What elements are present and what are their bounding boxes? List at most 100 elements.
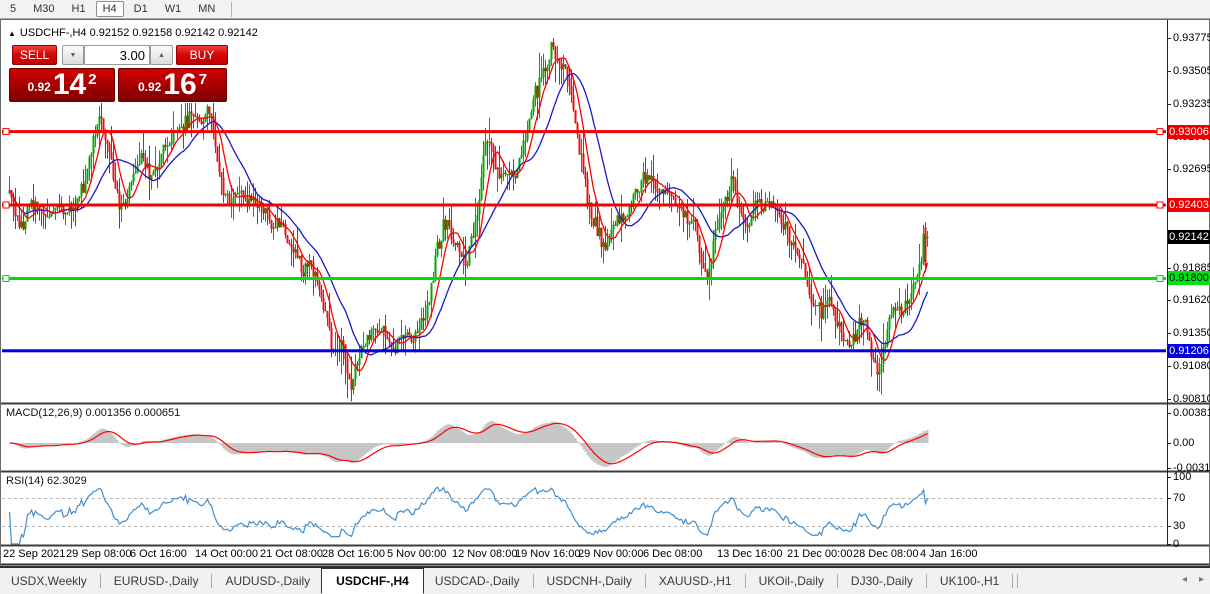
tab-separator [836,574,838,588]
axis-tick-mark [1167,333,1171,334]
price-badge-0.93006: 0.93006 [1168,125,1210,139]
sell-price-sup: 2 [88,71,97,88]
buy-price-prefix: 0.92 [137,80,162,94]
timeframe-toolbar: 5 M30 H1 H4 D1 W1 MN [0,0,1210,19]
macd-signal-line [9,422,928,465]
tab-scroll-arrows: ◂ ▸ [1182,574,1204,585]
time-axis-label: 12 Nov 08:00 [452,548,518,560]
time-axis-label: 21 Dec 00:00 [787,548,853,560]
axis-tick-mark [1167,413,1171,414]
hline-handle[interactable] [2,201,10,209]
axis-tick-mark [1167,477,1171,478]
time-axis-label: 13 Dec 16:00 [717,548,783,560]
axis-tick-mark [1167,71,1171,72]
time-axis-label: 6 Oct 16:00 [130,548,187,560]
chart-tab-audusd-daily[interactable]: AUDUSD-,Daily [214,570,321,592]
sell-price-button[interactable]: 0.92 14 2 [9,68,115,102]
axis-tick-mark [1167,38,1171,39]
price-tick-label: 0.91620 [1173,294,1210,306]
price-badge-0.92403: 0.92403 [1168,198,1210,212]
time-axis-label: 21 Oct 08:00 [260,548,323,560]
collapse-arrow-icon[interactable]: ▲ [8,29,16,38]
timeframe-button-d1[interactable]: D1 [127,1,155,17]
tab-scroll-left-icon[interactable]: ◂ [1182,574,1187,585]
volume-input[interactable] [84,45,150,65]
ma-slow-line [8,72,929,356]
timeframe-button-m30[interactable]: M30 [26,1,61,17]
timeframe-button-h4[interactable]: H4 [95,1,124,17]
ma-fast-line [8,57,929,372]
tab-separator [644,574,646,588]
tab-separator [211,574,213,588]
axis-tick-mark [1167,443,1171,444]
spin-down-icon: ▼ [69,51,77,59]
macd-tick-label: 0.00 [1173,437,1195,449]
spin-up-icon: ▲ [158,51,165,59]
tab-separator [925,574,927,588]
time-axis-label: 4 Jan 16:00 [920,548,978,560]
rsi-tick-label: 0 [1173,538,1180,550]
price-tick-label: 0.93775 [1173,32,1210,44]
chart-tab-usdchf-h4[interactable]: USDCHF-,H4 [321,567,424,594]
axis-tick-mark [1167,468,1171,469]
tab-separator [99,574,101,588]
buy-button[interactable]: BUY [176,45,228,65]
hline-handle[interactable] [1156,275,1164,282]
hline-handle[interactable] [2,275,10,282]
axis-tick-mark [1167,526,1171,527]
rsi-tick-label: 70 [1173,492,1186,504]
tab-scroll-right-icon[interactable]: ▸ [1199,574,1204,585]
macd-indicator-label: MACD(12,26,9) 0.001356 0.000651 [6,407,181,419]
hline-0.93006[interactable] [2,130,1166,134]
chart-tab-usdcad-daily[interactable]: USDCAD-,Daily [424,570,531,592]
tab-separator [1017,574,1019,588]
price-tick-label: 0.90810 [1173,393,1210,405]
timeframe-button-mn[interactable]: MN [191,1,222,17]
chart-tab-usdcnh-daily[interactable]: USDCNH-,Daily [536,570,643,592]
hline-0.91800[interactable] [2,277,1166,280]
timeframe-button-5[interactable]: 5 [3,1,23,17]
hline-0.92403[interactable] [2,203,1166,207]
price-tick-label: 0.91080 [1173,360,1210,372]
hline-handle[interactable] [1156,201,1164,209]
macd-tick-label: 0.003811 [1173,407,1210,419]
hline-0.91206[interactable] [2,349,1166,353]
chart-tab-xauusd-h1[interactable]: XAUUSD-,H1 [648,570,743,592]
chart-tab-eurusd-daily[interactable]: EURUSD-,Daily [103,570,210,592]
timeframe-button-w1[interactable]: W1 [158,1,189,17]
chart-tab-dj30-daily[interactable]: DJ30-,Daily [840,570,924,592]
rsi-line [8,486,929,545]
sell-button[interactable]: SELL [12,45,57,65]
time-axis-label: 28 Dec 08:00 [853,548,919,560]
buy-price-sup: 7 [198,71,208,88]
chart-window: ▲ USDCHF-,H4 0.92152 0.92158 0.92142 0.92… [0,19,1210,566]
rsi-indicator-label: RSI(14) 62.3029 [6,475,87,487]
time-axis-label: 19 Nov 16:00 [515,548,581,560]
time-axis-label: 29 Nov 00:00 [578,548,644,560]
chart-title: ▲ USDCHF-,H4 0.92152 0.92158 0.92142 0.92… [8,27,258,39]
time-axis-label: 22 Sep 2021 [3,548,66,560]
rsi-tick-label: 30 [1173,520,1186,532]
rsi-tick-label: 100 [1173,471,1192,483]
price-tick-label: 0.91350 [1173,327,1210,339]
volume-increase-button[interactable]: ▲ [150,45,173,65]
buy-price-button[interactable]: 0.92 16 7 [118,68,227,102]
timeframe-button-h1[interactable]: H1 [65,1,93,17]
time-axis-label: 14 Oct 00:00 [195,548,258,560]
chart-tab-ukoil-daily[interactable]: UKOil-,Daily [748,570,835,592]
price-badge-0.91800: 0.91800 [1168,271,1210,285]
price-badge-0.91206: 0.91206 [1168,344,1210,358]
volume-decrease-button[interactable]: ▼ [62,45,84,65]
tab-separator [532,574,534,588]
timeframe-buttons: 5 M30 H1 H4 D1 W1 MN [0,0,222,18]
time-axis-label: 29 Sep 08:00 [66,548,132,560]
hline-handle[interactable] [1156,128,1164,136]
chart-title-symbol: USDCHF-,H4 [19,27,87,39]
price-tick-label: 0.92695 [1173,163,1210,175]
chart-tab-usdx-weekly[interactable]: USDX,Weekly [0,570,98,592]
axis-tick-mark [1167,498,1171,499]
axis-tick-mark [1167,300,1171,301]
toolbar-separator [231,1,233,17]
chart-tab-uk100-h1[interactable]: UK100-,H1 [929,570,1010,592]
hline-handle[interactable] [2,128,10,136]
